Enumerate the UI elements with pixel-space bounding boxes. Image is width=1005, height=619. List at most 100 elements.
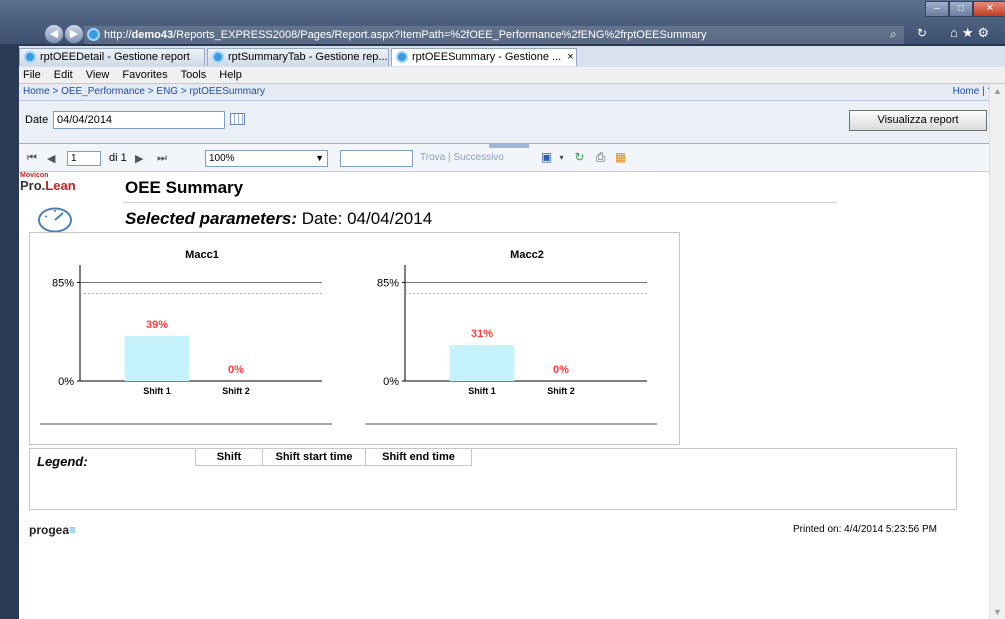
- address-path: /Reports_EXPRESS2008/Pages/Report.aspx?I…: [173, 29, 707, 41]
- zoom-select[interactable]: 100% ▼: [205, 150, 328, 167]
- tab-label: rptSummaryTab - Gestione rep...: [228, 51, 388, 63]
- x-tick-1-2: Shift 2: [222, 386, 250, 396]
- title-divider: [123, 202, 837, 203]
- browser-titlebar: ◀ ▶ http://demo43/Reports_EXPRESS2008/Pa…: [0, 0, 1005, 44]
- legend-col-shift: Shift: [195, 449, 263, 466]
- bar-1-1: [124, 335, 190, 381]
- progea-wave-icon: ≡: [69, 523, 77, 537]
- selected-parameters-label: Selected parameters:: [125, 209, 297, 228]
- report-toolbar: ⏮ ◀ 1 di 1 ▶ ⏭ 100% ▼ Trova | Successivo…: [19, 144, 1005, 172]
- x-tick-1-1: Shift 1: [143, 386, 171, 396]
- menu-view[interactable]: View: [86, 67, 110, 83]
- address-bar[interactable]: http://demo43/Reports_EXPRESS2008/Pages/…: [84, 26, 904, 44]
- parameters-area: Date 04/04/2014 Visualizza report: [19, 101, 1005, 144]
- breadcrumb-path[interactable]: Home > OEE_Performance > ENG > rptOEESum…: [23, 86, 265, 97]
- legend-title: Legend:: [37, 454, 88, 469]
- tab-rptoeesummary[interactable]: rptOEESummary - Gestione ... ×: [391, 48, 577, 66]
- menu-bar: File Edit View Favorites Tools Help: [19, 67, 1005, 84]
- last-page-icon[interactable]: ⏭: [157, 152, 167, 165]
- print-icon[interactable]: ⎙: [593, 150, 608, 165]
- y-tick-0-2: 0%: [383, 376, 399, 388]
- ie-page-icon: [396, 51, 408, 63]
- speedometer-icon: [38, 207, 72, 233]
- address-prefix: http://: [104, 29, 132, 41]
- logo-pro-text: Pro.: [20, 178, 46, 193]
- date-field[interactable]: 04/04/2014: [53, 111, 225, 129]
- window-left-edge: [0, 44, 19, 619]
- find-input[interactable]: [340, 150, 413, 167]
- progea-logo-text: progea: [29, 523, 70, 537]
- menu-help[interactable]: Help: [219, 67, 242, 83]
- chevron-down-icon: ▼: [315, 153, 324, 163]
- scroll-up-icon[interactable]: ▲: [993, 86, 1002, 96]
- window-controls: – □ ✕: [925, 1, 1005, 17]
- back-button[interactable]: ◀: [44, 24, 64, 44]
- ie-page-icon: [212, 51, 224, 63]
- legend-col-start: Shift start time: [263, 449, 366, 466]
- printed-timestamp: Printed on: 4/4/2014 5:23:56 PM: [793, 524, 937, 535]
- charts-container: Macc1 85% 0% 39% Shift 1 0% Shift 2 Macc2 85% 0% 3…: [29, 232, 680, 445]
- atom-feed-icon[interactable]: ▦: [613, 150, 628, 165]
- menu-tools[interactable]: Tools: [181, 67, 207, 83]
- home-favorites-settings-icons[interactable]: ⌂★⚙: [950, 25, 993, 41]
- tab-rptoeedetail[interactable]: rptOEEDetail - Gestione report: [19, 48, 205, 66]
- prev-page-icon[interactable]: ◀: [47, 152, 55, 165]
- ie-page-icon: [24, 51, 36, 63]
- bar-2-1: [449, 345, 515, 381]
- next-page-icon[interactable]: ▶: [135, 152, 143, 165]
- y-tick-85-2: 85%: [377, 277, 399, 289]
- find-next-link[interactable]: Trova | Successivo: [420, 152, 504, 163]
- menu-favorites[interactable]: Favorites: [122, 67, 167, 83]
- date-label: Date: [25, 114, 49, 126]
- zoom-value: 100%: [209, 153, 235, 164]
- forward-button[interactable]: ▶: [64, 24, 84, 44]
- menu-file[interactable]: File: [23, 67, 41, 83]
- tab-label: rptOEESummary - Gestione ...: [412, 51, 562, 63]
- chart-title-2: Macc2: [510, 249, 544, 261]
- legend-box: Legend: Shift Shift start time Shift end…: [29, 448, 957, 510]
- progea-logo: progea≡: [29, 523, 76, 537]
- x-tick-2-2: Shift 2: [547, 386, 575, 396]
- search-icon[interactable]: ⌕: [890, 27, 897, 42]
- oee-charts: Macc1 85% 0% 39% Shift 1 0% Shift 2 Macc2 85% 0% 3…: [40, 249, 657, 425]
- address-host: demo43: [131, 29, 174, 41]
- breadcrumb-home-help[interactable]: Home | ?: [953, 84, 993, 100]
- export-dropdown-icon[interactable]: ▾: [554, 150, 569, 165]
- vertical-scrollbar[interactable]: ▲ ▼: [989, 84, 1005, 619]
- refresh-report-icon[interactable]: ↻: [572, 150, 587, 165]
- logo-lean-text: Lean: [45, 178, 76, 193]
- bar-label-2-1: 31%: [471, 328, 493, 340]
- bar-label-1-1: 39%: [146, 319, 168, 331]
- view-report-button[interactable]: Visualizza report: [849, 110, 987, 131]
- splitter-handle[interactable]: [489, 144, 529, 148]
- tab-close-icon[interactable]: ×: [567, 51, 573, 63]
- bar-label-1-2: 0%: [228, 364, 244, 376]
- export-icon[interactable]: ▣: [539, 150, 554, 165]
- selected-parameters: Selected parameters: Date: 04/04/2014: [125, 209, 432, 229]
- scroll-down-icon[interactable]: ▼: [993, 607, 1002, 617]
- close-window-icon[interactable]: ✕: [973, 1, 1005, 17]
- first-page-icon[interactable]: ⏮: [27, 152, 37, 165]
- menu-edit[interactable]: Edit: [54, 67, 73, 83]
- selected-parameters-value: Date: 04/04/2014: [301, 209, 433, 228]
- browser-tabbar: rptOEEDetail - Gestione report rptSummar…: [19, 46, 1005, 67]
- ie-page-icon: [87, 28, 100, 41]
- legend-col-end: Shift end time: [366, 449, 472, 466]
- page-count: di 1: [109, 152, 127, 164]
- minimize-icon[interactable]: –: [925, 1, 949, 17]
- tab-label: rptOEEDetail - Gestione report: [40, 51, 190, 63]
- breadcrumb: Home > OEE_Performance > ENG > rptOEESum…: [19, 84, 1005, 101]
- refresh-icon[interactable]: ↻: [917, 26, 927, 40]
- maximize-icon[interactable]: □: [949, 1, 973, 17]
- page-number-input[interactable]: 1: [67, 151, 101, 166]
- y-tick-0-1: 0%: [58, 376, 74, 388]
- chart-title-1: Macc1: [185, 249, 219, 261]
- tab-rptsummarytab[interactable]: rptSummaryTab - Gestione rep...: [207, 48, 389, 66]
- calendar-icon[interactable]: [230, 113, 245, 125]
- movicon-prolean-logo: Movicon Pro.Lean: [20, 172, 76, 192]
- x-tick-2-1: Shift 1: [468, 386, 496, 396]
- report-title: OEE Summary: [125, 178, 244, 197]
- report-page: Home > OEE_Performance > ENG > rptOEESum…: [19, 84, 1005, 619]
- y-tick-85-1: 85%: [52, 277, 74, 289]
- bar-label-2-2: 0%: [553, 364, 569, 376]
